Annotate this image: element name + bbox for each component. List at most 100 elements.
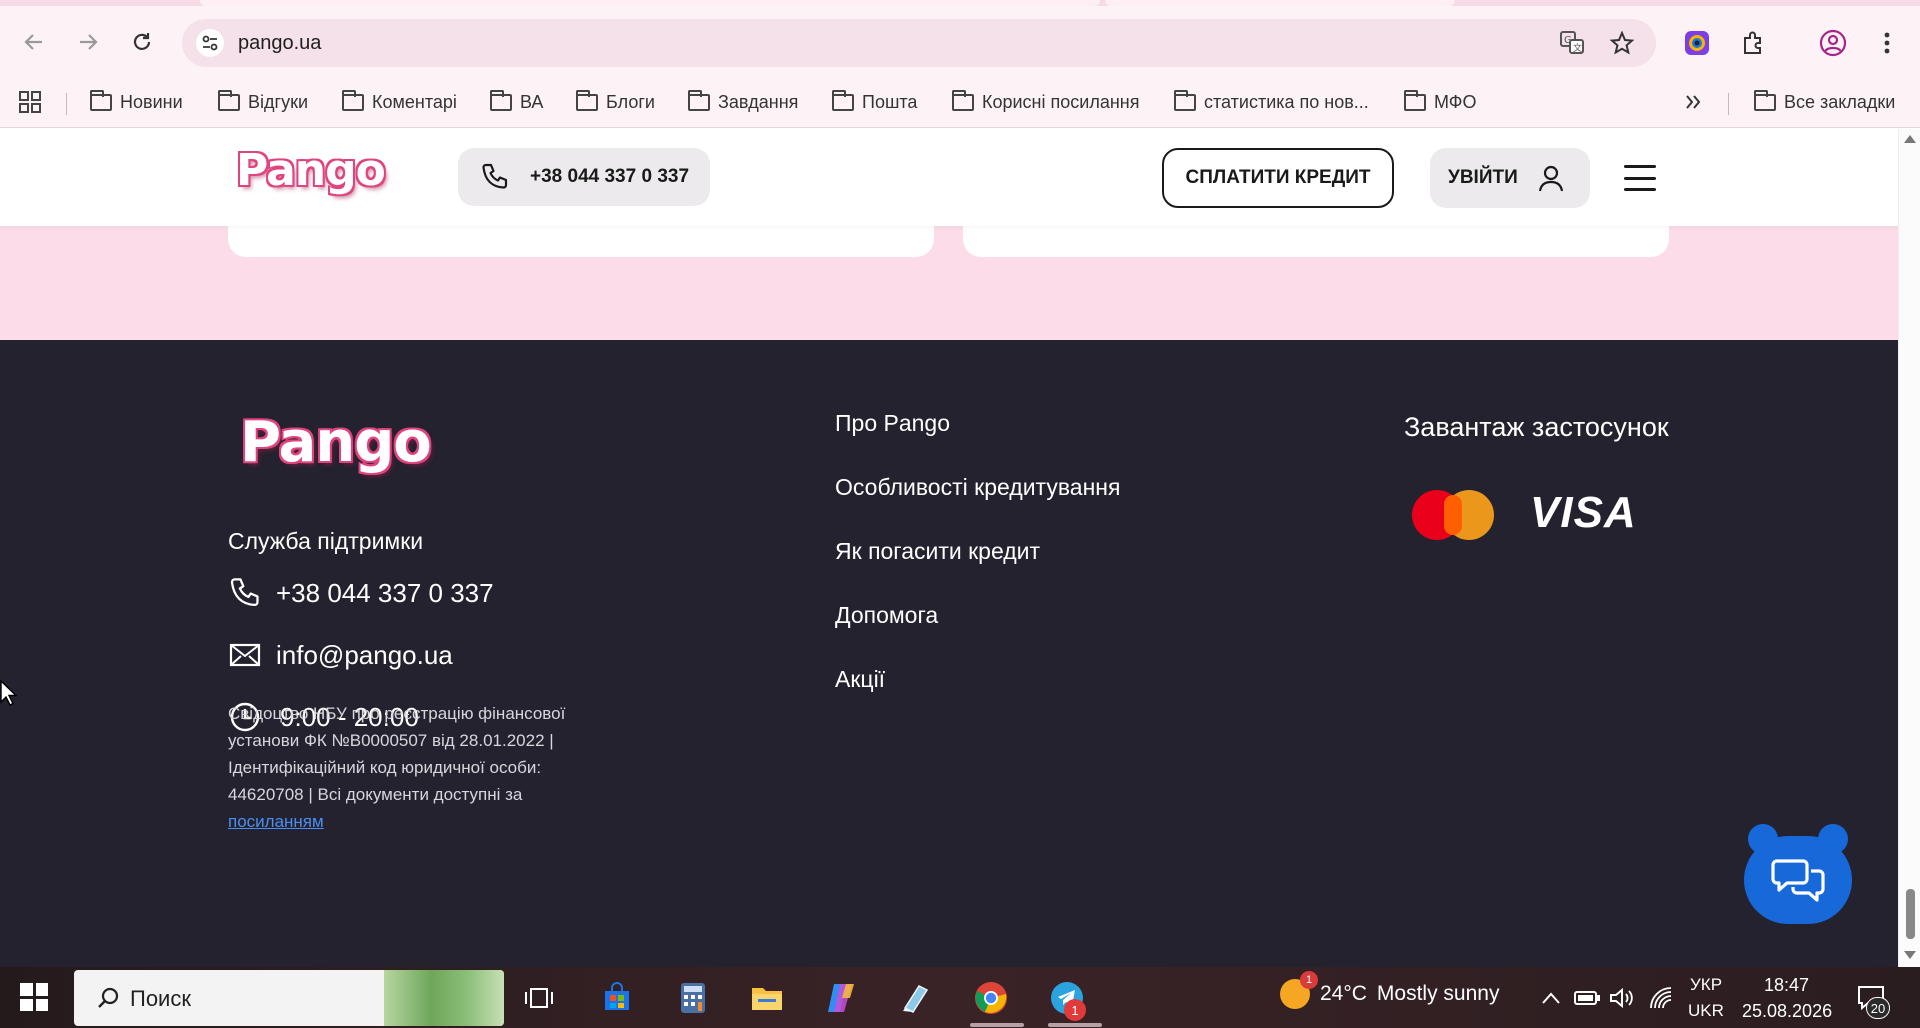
footer-link-credit-features[interactable]: Особливості кредитування [835, 474, 1120, 538]
back-button[interactable] [20, 28, 48, 56]
more-bookmarks-chevron-icon[interactable] [1684, 88, 1702, 116]
legal-notice: Свідоцтво НБУ про реєстрацію фінансової … [228, 700, 588, 835]
weather-badge: 1 [1300, 971, 1318, 989]
footer-link-promotions[interactable]: Акції [835, 666, 1120, 730]
taskbar-search[interactable]: Поиск [74, 970, 504, 1026]
calculator-icon[interactable] [676, 981, 710, 1015]
folder-icon [218, 89, 240, 111]
windows-start-icon[interactable] [20, 983, 48, 1011]
copilot-icon[interactable] [824, 981, 858, 1015]
folder-icon [576, 89, 598, 111]
login-button[interactable]: УВІЙТИ [1430, 148, 1590, 208]
task-view-icon[interactable] [522, 981, 556, 1015]
folder-icon [490, 89, 512, 111]
color-extension-icon[interactable] [1682, 28, 1712, 58]
header-phone-button[interactable]: +38 044 337 0 337 [458, 148, 710, 206]
bookmark-mfo[interactable]: МФО [1404, 88, 1476, 116]
bookmark-poshta[interactable]: Пошта [832, 88, 917, 116]
bookmark-va[interactable]: ВА [490, 88, 543, 116]
scroll-down-arrow-icon[interactable] [1904, 951, 1916, 959]
bookmark-komentari[interactable]: Коментарі [342, 88, 457, 116]
folder-icon [90, 89, 112, 111]
clock-time[interactable]: 18:47 [1764, 975, 1809, 996]
volume-icon[interactable] [1604, 981, 1638, 1015]
footer-phone-text: +38 044 337 0 337 [276, 577, 494, 608]
mastercard-logo [1412, 490, 1494, 540]
weather-condition: Mostly sunny [1376, 982, 1500, 1005]
folder-icon [688, 89, 710, 111]
bookmark-label: Блоги [606, 91, 655, 112]
search-icon [98, 987, 119, 1008]
chat-widget-button[interactable] [1744, 824, 1852, 924]
bookmark-blogy[interactable]: Блоги [576, 88, 655, 116]
reload-button[interactable] [128, 28, 156, 56]
chrome-active-indicator [970, 1023, 1024, 1027]
bookmark-vidguky[interactable]: Відгуки [218, 88, 308, 116]
all-bookmarks-label: Все закладки [1784, 91, 1896, 112]
forward-button[interactable] [74, 28, 102, 56]
input-lang-top[interactable]: УКР [1690, 975, 1722, 995]
folder-icon [832, 89, 854, 111]
folder-icon [1404, 89, 1426, 111]
all-bookmarks[interactable]: Все закладки [1754, 88, 1895, 116]
phone-icon [230, 578, 259, 607]
bookmark-novyny[interactable]: Новини [90, 88, 183, 116]
address-bar[interactable]: pango.ua G文 [182, 19, 1656, 67]
bookmark-statystyka[interactable]: статистика по нов... [1174, 88, 1369, 116]
footer-link-help[interactable]: Допомога [835, 602, 1120, 666]
page-scrollbar[interactable] [1898, 129, 1920, 967]
scrollbar-thumb[interactable] [1906, 889, 1915, 939]
footer-link-repay[interactable]: Як погасити кредит [835, 538, 1120, 602]
file-explorer-icon[interactable] [750, 981, 784, 1015]
legal-text: Свідоцтво НБУ про реєстрацію фінансової … [228, 704, 566, 804]
bookmark-korysni[interactable]: Корисні посилання [952, 88, 1139, 116]
mail-icon [229, 643, 261, 667]
windows-taskbar: Поиск 1 1 24°C Mostly sunny УКР UKR 18:4… [0, 967, 1920, 1028]
url-text[interactable]: pango.ua [238, 32, 321, 55]
scroll-up-arrow-icon[interactable] [1904, 135, 1916, 143]
bookmarks-bar: Новини Відгуки Коментарі ВА Блоги Завдан… [0, 78, 1920, 128]
weather-widget[interactable]: 1 24°C Mostly sunny [1280, 971, 1500, 1009]
bookmark-zavdannia[interactable]: Завдання [688, 88, 798, 116]
notepad-icon[interactable] [898, 981, 932, 1015]
tray-chevron-up-icon[interactable] [1534, 981, 1568, 1015]
back-arrow-icon [24, 34, 42, 50]
footer-email[interactable]: info@pango.ua [228, 638, 453, 672]
clock-date[interactable]: 25.08.2026 [1742, 1001, 1832, 1022]
hamburger-menu-icon[interactable] [1624, 165, 1656, 191]
bookmark-star-icon[interactable] [1608, 29, 1636, 57]
mouse-cursor-icon [0, 679, 18, 711]
login-label: УВІЙТИ [1448, 167, 1518, 188]
extensions-puzzle-icon[interactable] [1738, 28, 1768, 58]
footer-logo[interactable]: Pango [240, 410, 432, 475]
weather-sun-icon: 1 [1280, 971, 1318, 1009]
search-placeholder: Поиск [130, 986, 191, 1011]
page-viewport: Pango +38 044 337 0 337 СПЛАТИТИ КРЕДИТ … [0, 129, 1898, 967]
svg-text:文: 文 [1573, 42, 1582, 54]
chat-bubbles-icon [1771, 859, 1825, 902]
support-title: Служба підтримки [228, 528, 424, 554]
translate-icon[interactable]: G文 [1558, 29, 1586, 57]
footer-phone[interactable]: +38 044 337 0 337 [228, 576, 494, 610]
footer-link-about[interactable]: Про Pango [835, 410, 1120, 474]
bookmark-label: Корисні посилання [982, 91, 1140, 112]
profile-icon[interactable] [1818, 28, 1848, 58]
site-logo[interactable]: Pango [236, 145, 386, 196]
folder-icon [342, 89, 364, 111]
header-phone-text: +38 044 337 0 337 [530, 166, 690, 187]
browser-menu-icon[interactable] [1872, 28, 1902, 58]
microsoft-store-icon[interactable] [600, 981, 634, 1015]
pay-credit-button[interactable]: СПЛАТИТИ КРЕДИТ [1162, 148, 1394, 208]
site-footer: Pango Служба підтримки +38 044 337 0 337… [0, 340, 1898, 967]
search-highlight-image [384, 970, 504, 1026]
chrome-icon[interactable] [974, 981, 1008, 1015]
bookmark-label: Відгуки [248, 91, 309, 112]
telegram-active-indicator [1048, 1023, 1102, 1027]
input-lang-bottom[interactable]: UKR [1688, 1001, 1724, 1021]
browser-toolbar: pango.ua G文 [0, 6, 1920, 78]
legal-documents-link[interactable]: посиланням [228, 812, 324, 831]
apps-grid-icon[interactable] [18, 88, 42, 116]
battery-icon[interactable] [1570, 981, 1604, 1015]
site-info-icon[interactable] [196, 29, 224, 57]
network-icon[interactable] [1644, 981, 1678, 1015]
